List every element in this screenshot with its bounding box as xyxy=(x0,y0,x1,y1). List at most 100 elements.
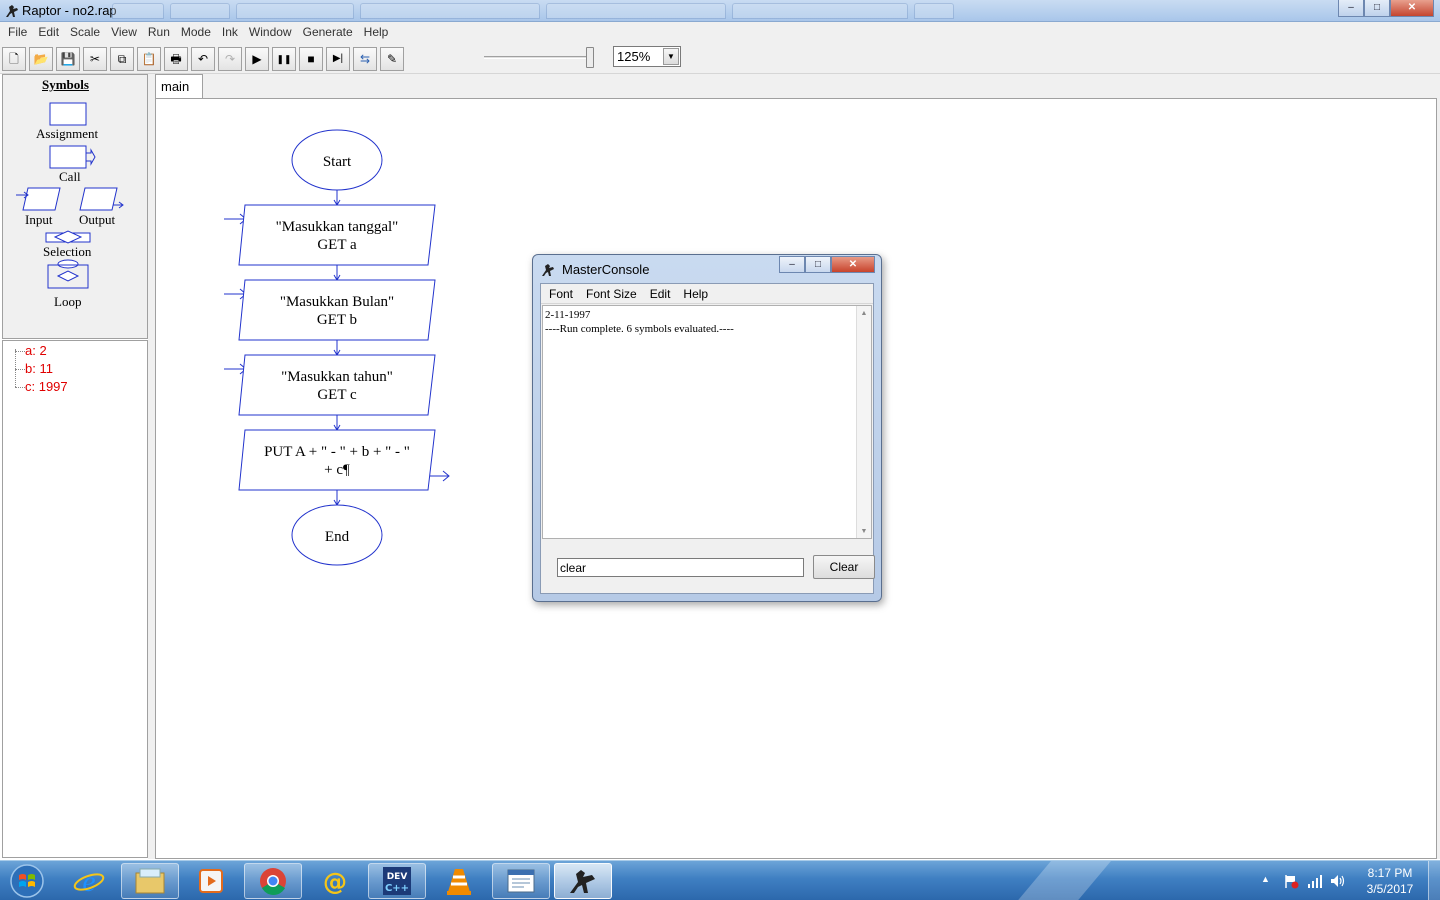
menu-file[interactable]: File xyxy=(2,22,32,42)
call-symbol-icon[interactable] xyxy=(49,145,96,169)
variable-c[interactable]: c: 1997 xyxy=(25,379,68,394)
symbols-panel: Symbols Assignment Call Input Output Sel… xyxy=(2,74,148,339)
menu-edit[interactable]: Edit xyxy=(32,22,64,42)
scroll-up-icon[interactable]: ▲ xyxy=(857,306,871,320)
redo-icon[interactable]: ↷ xyxy=(218,47,242,71)
symbol-label-assignment: Assignment xyxy=(36,126,99,141)
show-hidden-icons-icon[interactable]: ▲ xyxy=(1261,874,1270,884)
scroll-down-icon[interactable]: ▼ xyxy=(857,524,871,538)
pen-icon[interactable]: ✎ xyxy=(380,47,404,71)
menu-scale[interactable]: Scale xyxy=(64,22,105,42)
clock-date[interactable]: 3/5/2017 xyxy=(1362,882,1418,896)
symbol-shapes xyxy=(16,102,124,289)
loop-symbol-icon[interactable] xyxy=(47,259,89,289)
pause-icon[interactable]: ❚❚ xyxy=(272,47,296,71)
paste-icon[interactable]: 📋 xyxy=(137,47,161,71)
input-symbol-bulan[interactable] xyxy=(238,279,436,341)
master-console-window: MasterConsole – □ ✕ Font Font Size Edit … xyxy=(532,254,882,602)
chrome-icon[interactable] xyxy=(244,863,302,899)
output-symbol-icon[interactable] xyxy=(79,187,124,211)
save-icon[interactable]: 💾 xyxy=(56,47,80,71)
console-close-button[interactable]: ✕ xyxy=(831,256,875,273)
assignment-symbol-icon[interactable] xyxy=(49,102,87,126)
symbol-label-output: Output xyxy=(79,212,116,227)
input1-prompt: "Masukkan tanggal" xyxy=(276,219,399,235)
chevron-down-icon[interactable]: ▼ xyxy=(663,48,679,65)
vlc-icon[interactable] xyxy=(430,863,488,899)
print-icon[interactable]: 🖶 xyxy=(164,47,188,71)
console-command-input[interactable]: clear xyxy=(557,558,804,577)
console-menu-font[interactable]: Font xyxy=(542,284,579,303)
input-symbol-icon[interactable] xyxy=(16,187,61,211)
console-maximize-button[interactable]: □ xyxy=(805,256,831,273)
open-icon[interactable]: 📂 xyxy=(29,47,53,71)
panel-splitter[interactable] xyxy=(148,74,155,859)
menu-ink[interactable]: Ink xyxy=(216,22,243,42)
dev-cpp-icon[interactable]: DEV C++ xyxy=(368,863,426,899)
slider-thumb[interactable] xyxy=(586,47,594,68)
start-orb-icon[interactable] xyxy=(4,862,50,900)
input-symbol-tahun[interactable] xyxy=(238,354,436,416)
show-desktop-button[interactable] xyxy=(1428,861,1440,900)
title-bar: Raptor - no2.rap – □ ✕ xyxy=(0,0,1440,22)
console-clear-button[interactable]: Clear xyxy=(813,555,875,579)
network-signal-icon[interactable] xyxy=(1307,873,1323,889)
input3-prompt: "Masukkan tahun" xyxy=(281,369,393,385)
menu-run[interactable]: Run xyxy=(142,22,175,42)
menu-mode[interactable]: Mode xyxy=(175,22,216,42)
variable-b[interactable]: b: 11 xyxy=(25,361,53,376)
zoom-select[interactable]: 125% ▼ xyxy=(613,46,681,67)
console-output[interactable]: 2-11-1997 ----Run complete. 6 symbols ev… xyxy=(542,305,872,539)
svg-text:C++: C++ xyxy=(385,883,409,894)
file-explorer-icon[interactable] xyxy=(121,863,179,899)
run-icon[interactable]: ▶ xyxy=(245,47,269,71)
input2-variable: GET b xyxy=(317,312,357,328)
notepad-window-icon[interactable] xyxy=(492,863,550,899)
console-menu-bar: Font Font Size Edit Help xyxy=(541,284,873,304)
output-symbol[interactable] xyxy=(238,429,436,491)
console-output-line: 2-11-1997 xyxy=(545,309,591,321)
copy-icon[interactable]: ⧉ xyxy=(110,47,134,71)
menu-help[interactable]: Help xyxy=(358,22,394,42)
menu-view[interactable]: View xyxy=(105,22,142,42)
tab-main[interactable]: main xyxy=(155,74,203,98)
media-player-icon[interactable] xyxy=(182,863,240,899)
raptor-app-icon xyxy=(6,5,18,17)
menu-generate[interactable]: Generate xyxy=(297,22,358,42)
selection-symbol-icon[interactable] xyxy=(45,230,91,244)
step-icon[interactable]: ▶| xyxy=(326,47,350,71)
tree-branch xyxy=(15,369,25,370)
end-label: End xyxy=(325,529,350,545)
console-body: Font Font Size Edit Help 2-11-1997 ----R… xyxy=(540,283,875,594)
stop-icon[interactable]: ■ xyxy=(299,47,323,71)
svg-text:@: @ xyxy=(323,868,347,896)
console-menu-font-size[interactable]: Font Size xyxy=(579,284,643,303)
variables-watch-panel: a: 2 b: 11 c: 1997 xyxy=(2,340,148,858)
action-center-flag-icon[interactable] xyxy=(1283,873,1299,889)
menu-bar: File Edit Scale View Run Mode Ink Window… xyxy=(0,22,1440,42)
minimize-button[interactable]: – xyxy=(1338,0,1364,17)
volume-icon[interactable] xyxy=(1329,873,1347,889)
close-button[interactable]: ✕ xyxy=(1390,0,1434,17)
console-menu-edit[interactable]: Edit xyxy=(643,284,677,303)
input-symbol-tanggal[interactable] xyxy=(238,204,436,266)
cut-icon[interactable]: ✂ xyxy=(83,47,107,71)
clock-time[interactable]: 8:17 PM xyxy=(1362,866,1418,880)
menu-window[interactable]: Window xyxy=(243,22,297,42)
maximize-button[interactable]: □ xyxy=(1364,0,1390,17)
test-server-icon[interactable]: ⇆ xyxy=(353,47,377,71)
execution-speed-slider[interactable] xyxy=(478,46,602,70)
mail-client-icon[interactable]: @ xyxy=(306,863,364,899)
raptor-taskbar-icon[interactable] xyxy=(554,863,612,899)
internet-explorer-icon[interactable]: e xyxy=(60,863,118,899)
svg-text:e: e xyxy=(82,865,95,897)
console-menu-help[interactable]: Help xyxy=(676,284,714,303)
window-title: Raptor - no2.rap xyxy=(22,3,117,18)
input3-variable: GET c xyxy=(317,387,357,403)
new-icon[interactable]: 🗋 xyxy=(2,47,26,71)
variable-a[interactable]: a: 2 xyxy=(25,343,47,358)
console-scrollbar[interactable]: ▲ ▼ xyxy=(856,306,871,538)
undo-icon[interactable]: ↶ xyxy=(191,47,215,71)
input1-variable: GET a xyxy=(317,237,357,253)
console-minimize-button[interactable]: – xyxy=(779,256,805,273)
